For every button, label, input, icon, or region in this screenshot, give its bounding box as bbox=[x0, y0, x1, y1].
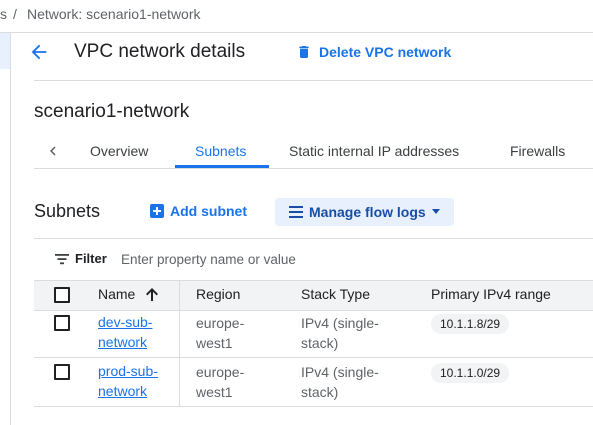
ipv4-range-chip: 10.1.1.8/29 bbox=[431, 314, 510, 334]
chevron-left-icon[interactable] bbox=[44, 141, 62, 161]
add-subnet-button[interactable]: Add subnet bbox=[150, 203, 247, 219]
manage-flow-logs-button[interactable]: Manage flow logs bbox=[275, 198, 454, 226]
subnet-name-link-line2[interactable]: network bbox=[98, 383, 147, 399]
row-divider bbox=[34, 406, 593, 407]
subnet-name-link-line1[interactable]: dev-sub- bbox=[98, 314, 152, 330]
select-all-checkbox[interactable] bbox=[54, 287, 70, 303]
tab-static-internal-ip-addresses[interactable]: Static internal IP addresses bbox=[289, 143, 459, 159]
tabs-divider bbox=[34, 168, 593, 169]
breadcrumb-current: Network: scenario1-network bbox=[27, 6, 201, 22]
row-checkbox[interactable] bbox=[54, 364, 70, 380]
page: s / Network: scenario1-network VPC netwo… bbox=[0, 0, 593, 425]
subnet-name-link[interactable]: dev-sub- network bbox=[98, 312, 152, 352]
subnet-stack-type-line1: IPv4 (single- bbox=[301, 364, 379, 380]
network-name-heading: scenario1-network bbox=[34, 101, 190, 122]
filter-input[interactable] bbox=[121, 248, 421, 270]
filter-label: Filter bbox=[75, 251, 107, 266]
subnet-region-line1: europe- bbox=[196, 364, 245, 380]
add-subnet-label: Add subnet bbox=[170, 203, 247, 219]
subnet-stack-type: IPv4 (single- stack) bbox=[301, 362, 379, 402]
name-column-separator bbox=[179, 281, 180, 406]
header-divider bbox=[34, 80, 593, 81]
subnets-section-title: Subnets bbox=[34, 201, 101, 221]
column-header-region[interactable]: Region bbox=[196, 286, 240, 302]
filter-bar-divider bbox=[34, 238, 593, 239]
manage-flow-logs-label: Manage flow logs bbox=[309, 204, 426, 220]
left-nav-selected-item[interactable] bbox=[0, 33, 10, 69]
subnet-region-line2: west1 bbox=[196, 335, 233, 351]
list-icon bbox=[289, 206, 303, 218]
breadcrumb-separator: / bbox=[13, 6, 17, 22]
filter-icon bbox=[55, 254, 69, 265]
subnet-region: europe- west1 bbox=[196, 362, 244, 402]
page-title: VPC network details bbox=[74, 41, 246, 62]
dropdown-caret-icon bbox=[431, 209, 440, 214]
ipv4-range-chip: 10.1.1.0/29 bbox=[431, 363, 510, 383]
delete-vpc-network-button[interactable]: Delete VPC network bbox=[296, 41, 451, 63]
subnet-stack-type-line2: stack) bbox=[301, 384, 339, 400]
sort-ascending-icon[interactable] bbox=[145, 287, 159, 302]
column-header-stack-type[interactable]: Stack Type bbox=[301, 286, 370, 302]
subnet-name-link-line2[interactable]: network bbox=[98, 334, 147, 350]
subnet-region-line1: europe- bbox=[196, 315, 245, 331]
trash-icon bbox=[299, 46, 309, 58]
subnet-name-link-line1[interactable]: prod-sub- bbox=[98, 363, 158, 379]
left-nav-rail bbox=[0, 33, 11, 425]
subnet-region-line2: west1 bbox=[196, 384, 233, 400]
column-header-name[interactable]: Name bbox=[98, 286, 135, 302]
row-checkbox[interactable] bbox=[54, 315, 70, 331]
delete-vpc-network-label: Delete VPC network bbox=[319, 44, 452, 60]
tab-subnets[interactable]: Subnets bbox=[195, 143, 246, 159]
breadcrumb: s / Network: scenario1-network bbox=[0, 0, 593, 33]
subnet-region: europe- west1 bbox=[196, 313, 244, 353]
add-box-icon bbox=[150, 204, 164, 218]
breadcrumb-previous[interactable]: s bbox=[0, 6, 7, 22]
subnet-stack-type-line2: stack) bbox=[301, 335, 339, 351]
tab-overview[interactable]: Overview bbox=[90, 143, 148, 159]
row-divider bbox=[34, 357, 593, 358]
subnet-stack-type: IPv4 (single- stack) bbox=[301, 313, 379, 353]
subnet-name-link[interactable]: prod-sub- network bbox=[98, 361, 158, 401]
back-arrow-icon[interactable] bbox=[28, 41, 50, 63]
subnet-stack-type-line1: IPv4 (single- bbox=[301, 315, 379, 331]
column-header-primary-ipv4-range[interactable]: Primary IPv4 range bbox=[431, 286, 551, 302]
tab-firewalls[interactable]: Firewalls bbox=[510, 143, 565, 159]
